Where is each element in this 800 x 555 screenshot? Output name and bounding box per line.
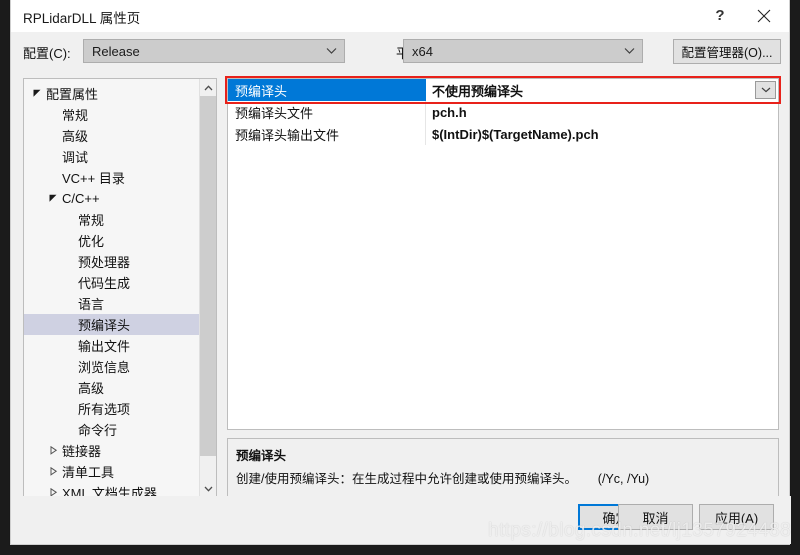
dialog-body: 配置属性 常规 高级 调试 VC++ 目录 C/C++ 常规 优化 预处理器 代码生成 语言 预编译头… xyxy=(11,70,791,498)
window-title: RPLidarDLL 属性页 xyxy=(23,11,141,26)
property-value[interactable]: $(IntDir)$(TargetName).pch xyxy=(426,123,778,145)
property-grid[interactable]: 预编译头 不使用预编译头 预编译头文件 pch.h 预编译头输出文件 $(IntDir)$… xyxy=(227,78,779,430)
property-tree-panel: 配置属性 常规 高级 调试 VC++ 目录 C/C++ 常规 优化 预处理器 代码生成 语言 预编译头… xyxy=(23,78,217,498)
configuration-manager-label: 配置管理器(O)... xyxy=(681,46,773,60)
expand-arrow-icon[interactable] xyxy=(30,89,44,98)
tree-item-label: VC++ 目录 xyxy=(62,171,125,186)
tree-item[interactable]: 浏览信息 xyxy=(24,356,199,377)
tree-item[interactable]: 预处理器 xyxy=(24,251,199,272)
property-name: 预编译头输出文件 xyxy=(228,123,426,145)
chevron-down-icon xyxy=(761,87,770,93)
tree-item-label: 输出文件 xyxy=(78,339,131,354)
collapse-arrow-icon[interactable] xyxy=(46,445,60,455)
tree-item[interactable]: C/C++ xyxy=(24,188,199,209)
tree-item[interactable]: 预编译头 xyxy=(24,314,199,335)
tree-item[interactable]: 所有选项 xyxy=(24,398,199,419)
tree-item[interactable]: VC++ 目录 xyxy=(24,167,199,188)
tree-item[interactable]: 优化 xyxy=(24,230,199,251)
tree-item-label: 所有选项 xyxy=(78,402,131,417)
tree-item[interactable]: 输出文件 xyxy=(24,335,199,356)
tree-item-label: 语言 xyxy=(78,297,105,312)
property-row[interactable]: 预编译头 不使用预编译头 xyxy=(228,79,778,101)
tree-item-label: 常规 xyxy=(62,108,89,123)
tree-item[interactable]: 常规 xyxy=(24,209,199,230)
tree-item-label: 预处理器 xyxy=(78,255,131,270)
tree-item-label: 命令行 xyxy=(78,423,118,438)
platform-value: x64 xyxy=(412,43,433,59)
scroll-up-button[interactable] xyxy=(200,79,216,96)
configuration-bar: 配置(C): Release 平台(P): x64 xyxy=(11,32,789,70)
property-value[interactable]: pch.h xyxy=(426,101,778,123)
tree-item-label: 浏览信息 xyxy=(78,360,131,375)
description-panel: 预编译头 创建/使用预编译头：在生成过程中允许创建或使用预编译头。 (/Yc, … xyxy=(227,438,779,498)
configuration-manager-button[interactable]: 配置管理器(O)... xyxy=(673,39,781,64)
property-row[interactable]: 预编译头文件 pch.h xyxy=(228,101,778,123)
cancel-button[interactable]: 取消 xyxy=(618,504,693,530)
tree-item-label: 预编译头 xyxy=(78,318,131,333)
tree-item[interactable]: 链接器 xyxy=(24,440,199,461)
property-name: 预编译头 xyxy=(228,79,426,101)
platform-dropdown[interactable]: x64 xyxy=(403,39,643,63)
chevron-up-icon xyxy=(204,84,213,90)
tree-item[interactable]: 高级 xyxy=(24,125,199,146)
tree-item[interactable]: 高级 xyxy=(24,377,199,398)
chevron-down-icon xyxy=(326,48,337,55)
description-title: 预编译头 xyxy=(236,449,287,463)
tree-item-label: 高级 xyxy=(78,381,105,396)
expand-arrow-icon[interactable] xyxy=(46,194,60,203)
property-row[interactable]: 预编译头输出文件 $(IntDir)$(TargetName).pch xyxy=(228,123,778,145)
apply-button[interactable]: 应用(A) xyxy=(699,504,774,530)
dialog-footer: 确定 取消 应用(A) xyxy=(11,496,791,544)
property-name: 预编译头文件 xyxy=(228,101,426,123)
tree-item-label: 常规 xyxy=(78,213,105,228)
tree-item[interactable]: 命令行 xyxy=(24,419,199,440)
help-button[interactable]: ? xyxy=(698,0,742,31)
tree-item-label: 链接器 xyxy=(62,444,102,459)
tree-item-label: 代码生成 xyxy=(78,276,131,291)
tree-item-label: 清单工具 xyxy=(62,465,115,480)
tree-item[interactable]: 常规 xyxy=(24,104,199,125)
tree-scrollbar[interactable] xyxy=(199,79,216,497)
scroll-down-button[interactable] xyxy=(200,480,216,497)
tree-item[interactable]: 代码生成 xyxy=(24,272,199,293)
apply-button-label: 应用(A) xyxy=(714,510,759,526)
property-value[interactable]: 不使用预编译头 xyxy=(426,79,778,101)
close-icon xyxy=(757,9,771,22)
tree-item-label: 调试 xyxy=(62,150,89,165)
tree-scrollbar-thumb[interactable] xyxy=(200,96,216,456)
tree-item[interactable]: 调试 xyxy=(24,146,199,167)
chevron-down-icon xyxy=(624,48,635,55)
value-dropdown-button[interactable] xyxy=(755,81,776,99)
chevron-down-icon xyxy=(204,486,213,492)
tree-item[interactable]: 清单工具 xyxy=(24,461,199,482)
question-mark-icon: ? xyxy=(715,7,725,24)
collapse-arrow-icon[interactable] xyxy=(46,466,60,476)
tree-item[interactable]: 配置属性 xyxy=(24,83,199,104)
configuration-dropdown[interactable]: Release xyxy=(83,39,345,63)
tree-item-label: 优化 xyxy=(78,234,105,249)
title-bar: RPLidarDLL 属性页 ? xyxy=(11,0,789,32)
configuration-value: Release xyxy=(92,43,140,59)
property-tree[interactable]: 配置属性 常规 高级 调试 VC++ 目录 C/C++ 常规 优化 预处理器 代码生成 语言 预编译头… xyxy=(24,79,199,497)
description-text: 创建/使用预编译头：在生成过程中允许创建或使用预编译头。 (/Yc, /Yu) xyxy=(236,472,650,486)
configuration-label: 配置(C): xyxy=(23,46,71,61)
desktop-background: RPLidarDLL 属性页 ? 配置(C): Release x64 配置管理… xyxy=(0,0,800,555)
close-button[interactable] xyxy=(742,0,786,31)
tree-item-label: 高级 xyxy=(62,129,89,144)
tree-item[interactable]: 语言 xyxy=(24,293,199,314)
property-pages-dialog: RPLidarDLL 属性页 ? 配置(C): Release x64 配置管理… xyxy=(10,0,791,545)
tree-item-label: C/C++ xyxy=(62,191,100,206)
cancel-button-label: 取消 xyxy=(642,510,669,526)
